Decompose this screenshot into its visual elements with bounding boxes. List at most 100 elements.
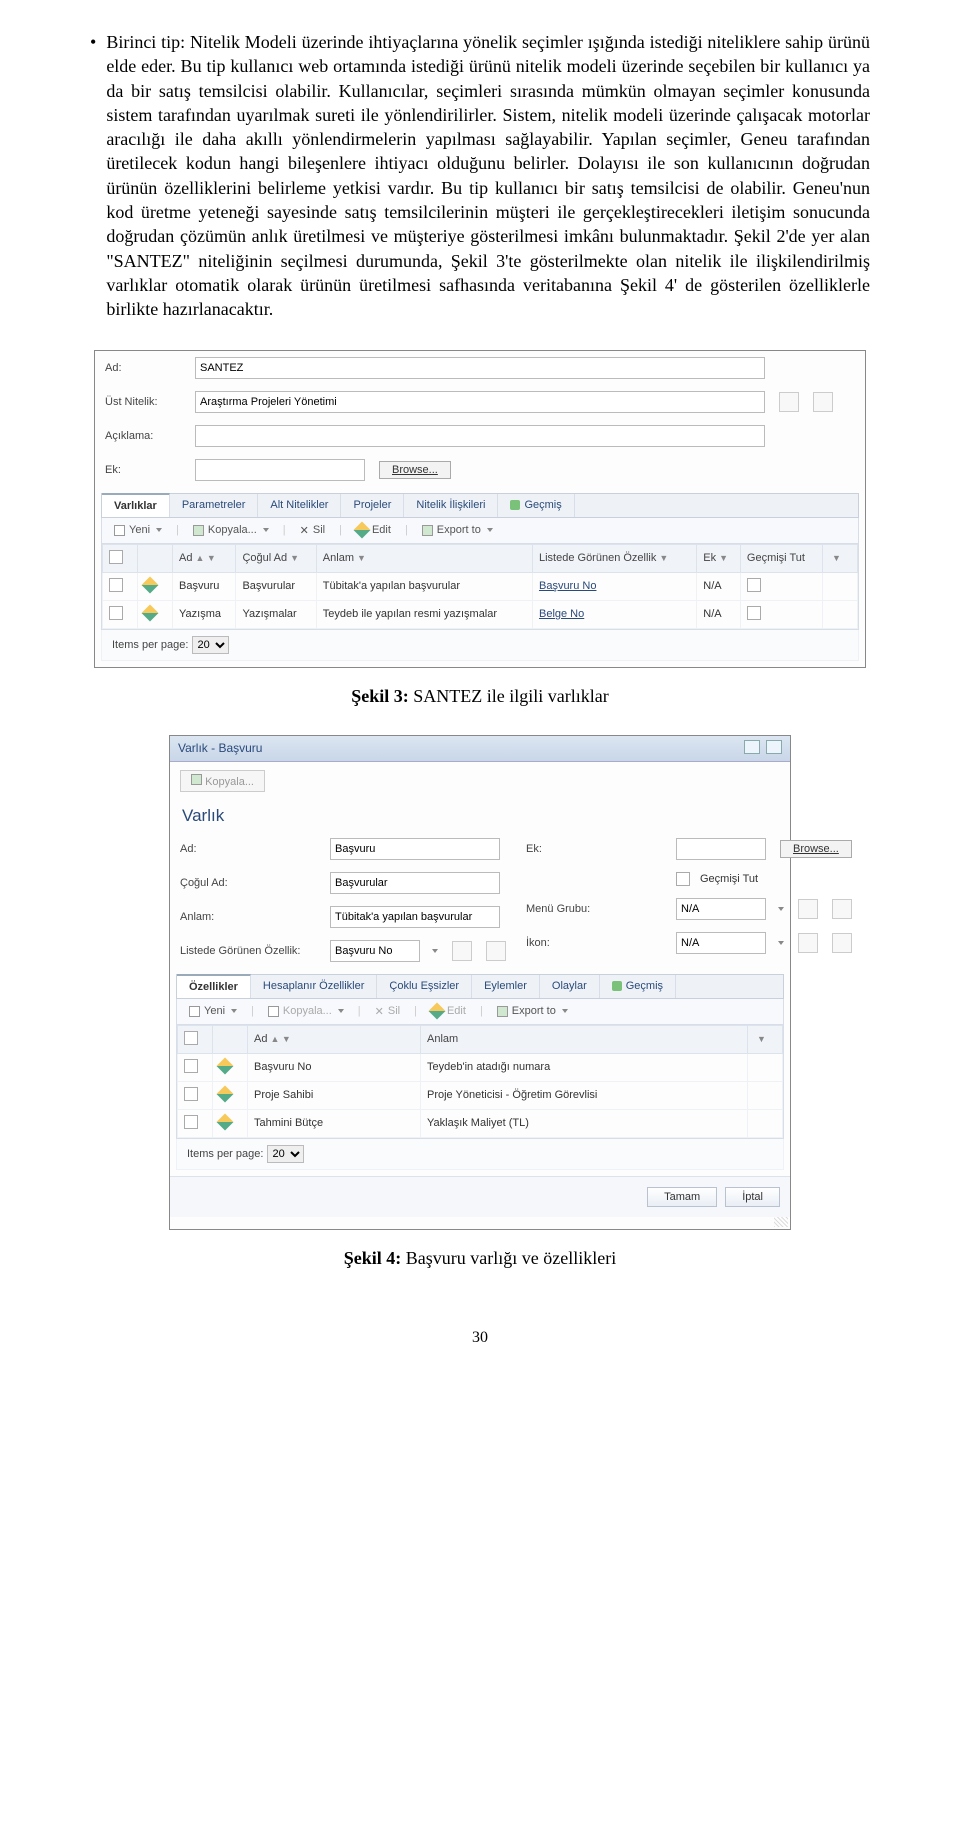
- export-button[interactable]: Export to: [418, 522, 497, 538]
- delete-button[interactable]: ✕ Sil: [296, 522, 329, 539]
- resize-handle-icon[interactable]: [774, 1217, 788, 1227]
- edit-label: Edit: [372, 524, 391, 536]
- input-anlam[interactable]: [330, 906, 500, 928]
- export-button[interactable]: Export to: [493, 1003, 572, 1019]
- row-checkbox[interactable]: [184, 1115, 198, 1129]
- select-all-checkbox[interactable]: [109, 550, 123, 564]
- gecmis-checkbox[interactable]: [747, 606, 761, 620]
- export-icon: [497, 1006, 508, 1017]
- row-edit-icon[interactable]: [142, 576, 159, 593]
- browse-button[interactable]: Browse...: [780, 840, 852, 858]
- input-ek[interactable]: [676, 838, 766, 860]
- browse-button[interactable]: Browse...: [379, 461, 451, 479]
- row-edit-icon[interactable]: [217, 1057, 234, 1074]
- input-aciklama[interactable]: [195, 425, 765, 447]
- new-button[interactable]: Yeni: [110, 522, 166, 538]
- tab-hesaplanir[interactable]: Hesaplanır Özellikler: [251, 975, 377, 998]
- figure-4-label: Şekil 4:: [344, 1248, 402, 1268]
- label-ek: Ek:: [105, 464, 185, 476]
- row-checkbox[interactable]: [109, 578, 123, 592]
- row-checkbox[interactable]: [184, 1087, 198, 1101]
- col-ad[interactable]: Ad▲ ▼: [173, 544, 236, 572]
- row-edit-icon[interactable]: [217, 1113, 234, 1130]
- input-ad[interactable]: [330, 838, 500, 860]
- chevron-down-icon[interactable]: [778, 907, 784, 911]
- new-button[interactable]: Yeni: [185, 1003, 241, 1019]
- input-menu[interactable]: [676, 898, 766, 920]
- figure-3-caption: Şekil 3: SANTEZ ile ilgili varlıklar: [90, 686, 870, 707]
- input-ek[interactable]: [195, 459, 365, 481]
- lookup-icon[interactable]: [452, 941, 472, 961]
- chevron-down-icon: [156, 528, 162, 532]
- clear-icon[interactable]: [486, 941, 506, 961]
- lookup-icon[interactable]: [798, 933, 818, 953]
- clear-icon[interactable]: [832, 899, 852, 919]
- page-number: 30: [90, 1329, 870, 1347]
- copy-icon: [193, 525, 204, 536]
- row-edit-icon[interactable]: [142, 604, 159, 621]
- tab-gecmis-label: Geçmiş: [626, 980, 663, 992]
- tab-eylemler[interactable]: Eylemler: [472, 975, 540, 998]
- cell-anlam: Tübitak'a yapılan başvurular: [316, 572, 532, 600]
- tab-nitelik-iliskileri[interactable]: Nitelik İlişkileri: [404, 494, 498, 517]
- tab-gecmis[interactable]: Geçmiş: [498, 494, 574, 517]
- history-icon: [510, 500, 520, 510]
- new-icon: [189, 1006, 200, 1017]
- copy-button[interactable]: Kopyala...: [189, 522, 273, 538]
- grid-ozellikler: Ad▲ ▼ Anlam ▼ Başvuru No Teydeb'in atadı…: [176, 1025, 784, 1139]
- table-row[interactable]: Başvuru No Teydeb'in atadığı numara: [178, 1053, 783, 1081]
- edit-button[interactable]: Edit: [352, 522, 395, 538]
- tab-coklu[interactable]: Çoklu Eşsizler: [377, 975, 472, 998]
- ok-button[interactable]: Tamam: [647, 1187, 717, 1207]
- col-gecmis[interactable]: Geçmişi Tut: [740, 544, 822, 572]
- col-liste[interactable]: Listede Görünen Özellik▼: [532, 544, 696, 572]
- input-ikon[interactable]: [676, 932, 766, 954]
- col-cogul[interactable]: Çoğul Ad▼: [236, 544, 316, 572]
- cell-anlam: Teydeb ile yapılan resmi yazışmalar: [316, 600, 532, 628]
- tab-bar: Özellikler Hesaplanır Özellikler Çoklu E…: [176, 974, 784, 999]
- copy-label: Kopyala...: [208, 524, 257, 536]
- gecmis-checkbox[interactable]: [676, 872, 690, 886]
- tab-olaylar[interactable]: Olaylar: [540, 975, 600, 998]
- cell-liste-link[interactable]: Belge No: [539, 608, 584, 620]
- col-ad[interactable]: Ad▲ ▼: [248, 1025, 421, 1053]
- tab-gecmis[interactable]: Geçmiş: [600, 975, 676, 998]
- row-checkbox[interactable]: [184, 1059, 198, 1073]
- cancel-button[interactable]: İptal: [725, 1187, 780, 1207]
- paragraph-text: Birinci tip: Nitelik Modeli üzerinde iht…: [106, 30, 870, 322]
- row-checkbox[interactable]: [109, 606, 123, 620]
- tab-varliklar[interactable]: Varlıklar: [102, 493, 170, 517]
- lookup-icon[interactable]: [798, 899, 818, 919]
- input-cogul[interactable]: [330, 872, 500, 894]
- col-anlam[interactable]: Anlam: [421, 1025, 748, 1053]
- pager-select[interactable]: 20: [267, 1145, 304, 1163]
- chevron-down-icon[interactable]: [432, 949, 438, 953]
- col-ek[interactable]: Ek▼: [697, 544, 741, 572]
- tab-alt-nitelikler[interactable]: Alt Nitelikler: [258, 494, 341, 517]
- row-edit-icon[interactable]: [217, 1085, 234, 1102]
- input-ad[interactable]: [195, 357, 765, 379]
- tab-parametreler[interactable]: Parametreler: [170, 494, 259, 517]
- cell-liste-link[interactable]: Başvuru No: [539, 580, 596, 592]
- clear-icon[interactable]: [832, 933, 852, 953]
- col-anlam[interactable]: Anlam▼: [316, 544, 532, 572]
- table-row[interactable]: Başvuru Başvurular Tübitak'a yapılan baş…: [103, 572, 858, 600]
- gecmis-checkbox[interactable]: [747, 578, 761, 592]
- clear-icon[interactable]: [813, 392, 833, 412]
- close-icon[interactable]: [766, 740, 782, 754]
- copy-button[interactable]: Kopyala...: [180, 770, 265, 792]
- tab-projeler[interactable]: Projeler: [341, 494, 404, 517]
- chevron-down-icon: [338, 1009, 344, 1013]
- table-row[interactable]: Yazışma Yazışmalar Teydeb ile yapılan re…: [103, 600, 858, 628]
- input-ust[interactable]: [195, 391, 765, 413]
- minimize-icon[interactable]: [744, 740, 760, 754]
- edit-icon[interactable]: [779, 392, 799, 412]
- tab-ozellikler[interactable]: Özellikler: [177, 974, 251, 998]
- chevron-down-icon[interactable]: [778, 941, 784, 945]
- pager-select[interactable]: 20: [192, 636, 229, 654]
- export-label: Export to: [437, 524, 481, 536]
- table-row[interactable]: Proje Sahibi Proje Yöneticisi - Öğretim …: [178, 1081, 783, 1109]
- select-all-checkbox[interactable]: [184, 1031, 198, 1045]
- input-liste[interactable]: [330, 940, 420, 962]
- table-row[interactable]: Tahmini Bütçe Yaklaşık Maliyet (TL): [178, 1109, 783, 1137]
